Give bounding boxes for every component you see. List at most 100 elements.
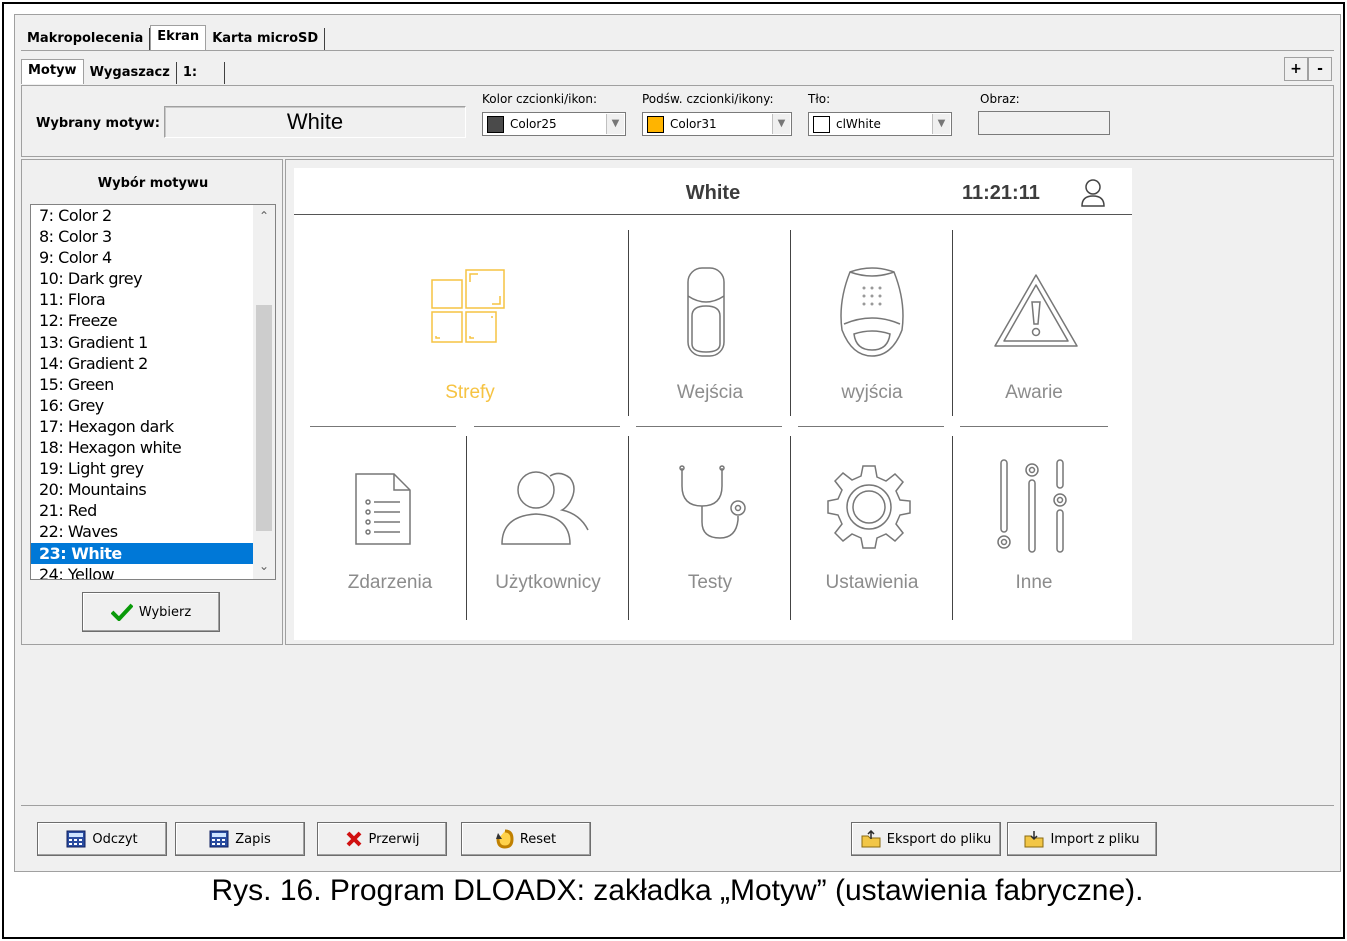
figure-caption: Rys. 16. Program DLOADX: zakładka „Motyw… [211,874,1144,907]
highlight-color-select[interactable]: Color31 ▼ [642,112,792,136]
divider [790,436,791,620]
tile-wyjscia-label[interactable]: wyjścia [792,382,952,404]
zones-icon[interactable] [430,266,510,346]
tile-zdarzenia-label[interactable]: Zdarzenia [310,572,470,594]
write-button[interactable]: Zapis [175,822,305,856]
divider [952,230,953,416]
divider [790,230,791,416]
reset-icon [495,829,514,849]
selected-theme-value: White [164,106,466,138]
list-item[interactable]: 21: Red [31,500,253,521]
divider [474,426,620,427]
list-item[interactable]: 8: Color 3 [31,226,253,247]
sliders-icon[interactable] [996,458,1074,554]
tile-testy-label[interactable]: Testy [630,572,790,594]
scroll-thumb[interactable] [256,305,272,531]
tile-ustawienia-label[interactable]: Ustawienia [792,572,952,594]
image-field[interactable] [978,111,1110,135]
list-item[interactable]: 19: Light grey [31,458,253,479]
theme-preview-panel: White 11:21:11 Strefy Wejścia wyjścia Aw… [285,159,1334,645]
list-item[interactable]: 7: Color 2 [31,205,253,226]
font-color-value: Color25 [510,117,557,131]
tab-divider [21,50,1334,51]
divider [952,436,953,620]
list-item[interactable]: 23: White [31,542,253,564]
theme-header-panel: Wybrany motyw: White Kolor czcionki/ikon… [21,85,1334,157]
selected-theme-label: Wybrany motyw: [36,116,160,131]
document-icon[interactable] [354,472,412,546]
export-button-label: Eksport do pliku [886,831,992,847]
divider [636,426,782,427]
background-swatch [813,115,830,133]
figure-frame: Makropolecenia Ekran Karta microSD Motyw… [2,2,1345,939]
list-item[interactable]: 15: Green [31,374,253,395]
tab-karta-microsd[interactable]: Karta microSD [206,28,326,50]
tile-strefy-label[interactable]: Strefy [390,382,550,404]
tab-makropolecenia[interactable]: Makropolecenia [21,28,151,50]
tab-ekran[interactable]: Ekran [150,25,207,50]
remove-tab-button[interactable]: - [1308,57,1332,81]
list-item[interactable]: 9: Color 4 [31,247,253,268]
chevron-down-icon[interactable]: ▼ [772,114,790,134]
users-icon[interactable] [500,468,592,546]
folder-export-icon [861,830,881,848]
folder-import-icon [1024,831,1044,848]
reset-button[interactable]: Reset [461,822,591,856]
list-item[interactable]: 22: Waves [31,521,253,542]
tab-motyw[interactable]: Motyw [21,59,84,84]
motion-detector-icon[interactable] [686,266,726,358]
divider [628,230,629,416]
list-item[interactable]: 10: Dark grey [31,268,253,289]
write-calculator-icon [209,830,229,848]
app-window: Makropolecenia Ekran Karta microSD Motyw… [14,14,1341,872]
export-button[interactable]: Eksport do pliku [851,822,1001,856]
theme-list-scrollbar[interactable]: ⌃ ⌄ [253,205,275,579]
divider [960,426,1108,427]
select-theme-button[interactable]: Wybierz [82,592,220,632]
divider [310,426,456,427]
list-item[interactable]: 12: Freeze [31,310,253,331]
list-item[interactable]: 16: Grey [31,395,253,416]
gear-icon[interactable] [826,464,912,550]
select-theme-button-label: Wybierz [138,604,192,620]
list-item[interactable]: 11: Flora [31,289,253,310]
list-item[interactable]: 13: Gradient 1 [31,332,253,353]
keypad-screen-preview: White 11:21:11 Strefy Wejścia wyjścia Aw… [294,168,1132,640]
tab-screen-1[interactable]: 1: [176,62,225,84]
user-icon [1081,179,1105,207]
stop-button[interactable]: Przerwij [317,822,447,856]
list-item[interactable]: 17: Hexagon dark [31,416,253,437]
warning-icon[interactable] [992,272,1080,350]
read-calculator-icon [66,830,86,848]
scroll-up-icon[interactable]: ⌃ [253,209,275,223]
tile-inne-label[interactable]: Inne [954,572,1114,594]
highlight-color-value: Color31 [670,117,717,131]
tile-uzytkownicy-label[interactable]: Użytkownicy [468,572,628,594]
add-tab-button[interactable]: + [1284,57,1308,81]
background-select[interactable]: clWhite ▼ [808,112,952,136]
font-color-select[interactable]: Color25 ▼ [482,112,626,136]
tile-awarie-label[interactable]: Awarie [954,382,1114,404]
chevron-down-icon[interactable]: ▼ [932,114,950,134]
tile-wejscia-label[interactable]: Wejścia [630,382,790,404]
preview-header-line [294,214,1132,215]
list-item[interactable]: 20: Mountains [31,479,253,500]
stethoscope-icon[interactable] [676,464,750,544]
read-button[interactable]: Odczyt [37,822,167,856]
list-item[interactable]: 24: Yellow [31,564,253,579]
import-button-label: Import z pliku [1050,831,1140,847]
list-item[interactable]: 14: Gradient 2 [31,353,253,374]
theme-list[interactable]: 7: Color 2 8: Color 3 9: Color 4 10: Dark g… [30,204,276,580]
scroll-down-icon[interactable]: ⌄ [253,559,275,573]
list-item[interactable]: 18: Hexagon white [31,437,253,458]
divider [628,436,629,620]
siren-icon[interactable] [836,266,908,358]
highlight-color-label: Podśw. czcionki/ikony: [642,92,774,106]
font-color-label: Kolor czcionki/ikon: [482,92,597,106]
close-icon [346,831,361,847]
theme-selector-title: Wybór motywu [97,176,209,191]
import-button[interactable]: Import z pliku [1007,822,1157,856]
chevron-down-icon[interactable]: ▼ [606,114,624,134]
sub-tabs: Motyw Wygaszacz 1: [21,59,225,84]
tab-wygaszacz[interactable]: Wygaszacz [83,62,177,84]
